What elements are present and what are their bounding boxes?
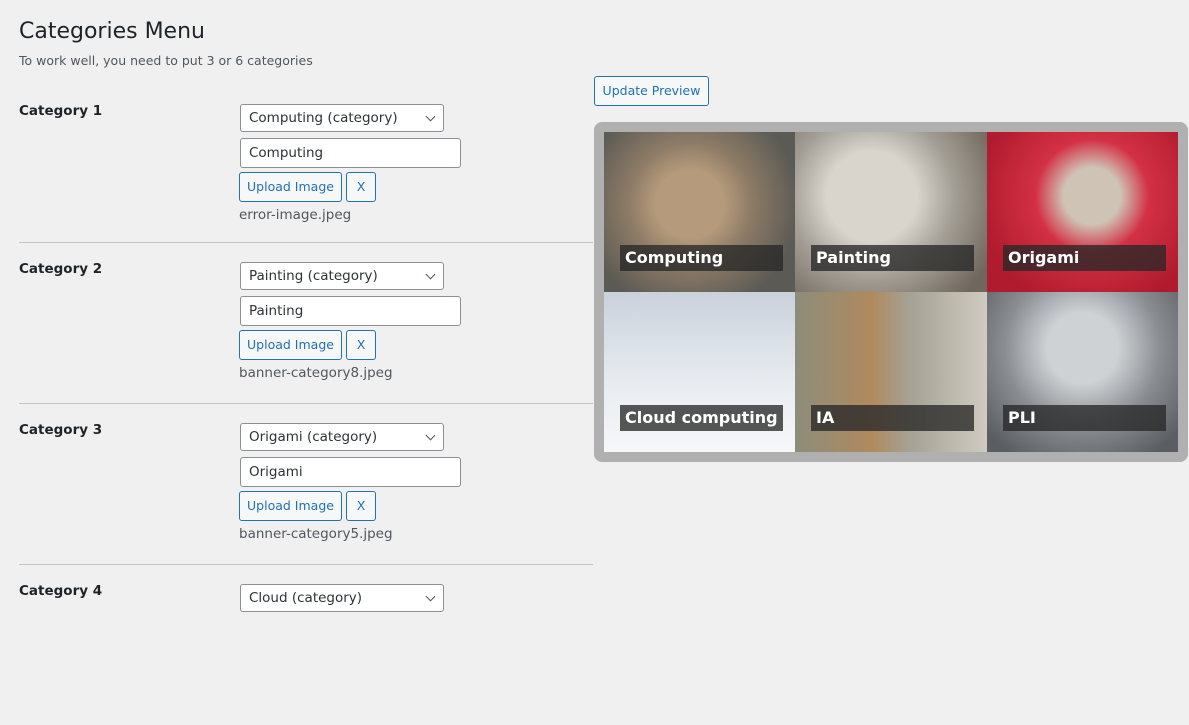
upload-image-button[interactable]: Upload Image [239, 172, 342, 202]
preview-tile[interactable]: Computing [604, 132, 795, 292]
category-preview: Computing Painting Origami Cloud computi… [594, 122, 1188, 462]
category-label: Category 2 [19, 261, 103, 277]
chevron-down-icon [425, 430, 436, 441]
category-select[interactable]: Computing (category) [240, 104, 444, 132]
category-row-1: Category 1 Computing (category) Computin… [19, 85, 593, 243]
category-select[interactable]: Cloud (category) [240, 584, 444, 612]
upload-image-button[interactable]: Upload Image [239, 491, 342, 521]
category-select[interactable]: Painting (category) [240, 262, 444, 290]
preview-tile-label: PLI [1003, 405, 1166, 431]
preview-tile[interactable]: Cloud computing [604, 292, 795, 452]
remove-image-button[interactable]: X [346, 172, 376, 202]
chevron-down-icon [425, 591, 436, 602]
categories-form: Category 1 Computing (category) Computin… [19, 85, 593, 725]
preview-tile-label: Origami [1003, 245, 1166, 271]
remove-image-button[interactable]: X [346, 330, 376, 360]
chevron-down-icon [425, 111, 436, 122]
category-select-value: Painting (category) [249, 268, 378, 284]
preview-tile[interactable]: IA [795, 292, 987, 452]
category-row-3: Category 3 Origami (category) Origami Up… [19, 404, 593, 565]
image-filename: banner-category8.jpeg [239, 365, 393, 381]
upload-image-button[interactable]: Upload Image [239, 330, 342, 360]
update-preview-button[interactable]: Update Preview [594, 76, 709, 106]
preview-tile-label: IA [811, 405, 974, 431]
category-title-input[interactable]: Computing [240, 138, 461, 168]
category-label: Category 4 [19, 583, 103, 599]
preview-tile[interactable]: PLI [987, 292, 1178, 452]
category-select-value: Computing (category) [249, 110, 398, 126]
category-select-value: Origami (category) [249, 429, 378, 445]
remove-image-button[interactable]: X [346, 491, 376, 521]
preview-grid: Computing Painting Origami Cloud computi… [604, 132, 1178, 452]
category-select-value: Cloud (category) [249, 590, 363, 606]
category-row-2: Category 2 Painting (category) Painting … [19, 243, 593, 404]
image-filename: error-image.jpeg [239, 207, 352, 223]
preview-tile-label: Painting [811, 245, 974, 271]
category-select[interactable]: Origami (category) [240, 423, 444, 451]
image-filename: banner-category5.jpeg [239, 526, 393, 542]
category-title-input[interactable]: Origami [240, 457, 461, 487]
preview-tile-label: Computing [620, 245, 783, 271]
page-description: To work well, you need to put 3 or 6 cat… [19, 53, 313, 68]
category-title-input[interactable]: Painting [240, 296, 461, 326]
preview-tile-label: Cloud computing [620, 405, 783, 431]
preview-tile[interactable]: Painting [795, 132, 987, 292]
category-label: Category 1 [19, 103, 103, 119]
chevron-down-icon [425, 269, 436, 280]
category-row-4: Category 4 Cloud (category) [19, 565, 593, 725]
page-title: Categories Menu [19, 19, 205, 44]
preview-tile[interactable]: Origami [987, 132, 1178, 292]
category-label: Category 3 [19, 422, 103, 438]
